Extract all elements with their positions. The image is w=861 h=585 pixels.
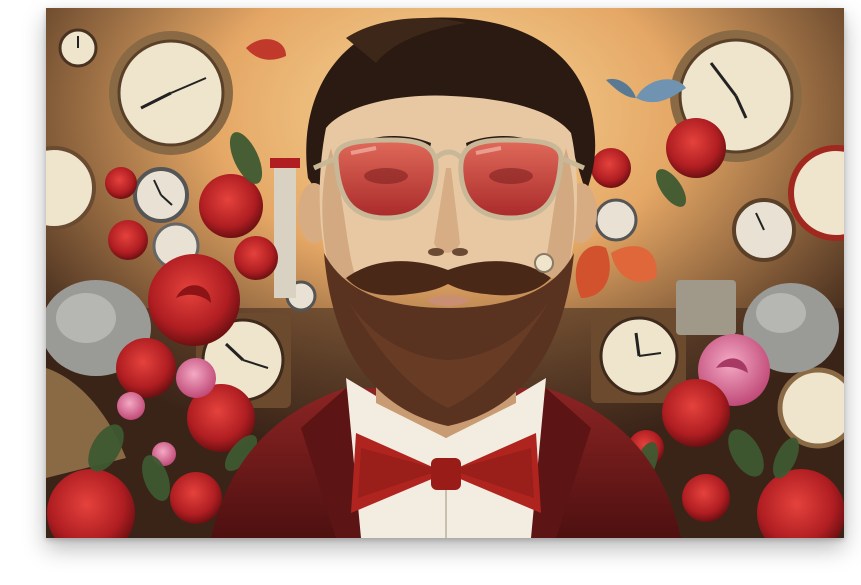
- rose-icon: [591, 148, 631, 188]
- artwork: [46, 8, 844, 538]
- rose-icon: [148, 254, 240, 346]
- clock-icon: [594, 198, 638, 242]
- clock-icon: [732, 198, 796, 262]
- rose-icon: [117, 392, 145, 420]
- rose-icon: [170, 472, 222, 524]
- rose-icon: [116, 338, 176, 398]
- clock-icon: [109, 31, 233, 155]
- rose-icon: [108, 220, 148, 260]
- clock-icon: [58, 28, 98, 68]
- rose-icon: [176, 358, 216, 398]
- rose-icon: [682, 474, 730, 522]
- clock-icon: [591, 308, 686, 403]
- rose-icon: [666, 118, 726, 178]
- clock-icon: [777, 367, 844, 449]
- rose-icon: [105, 167, 137, 199]
- rose-icon: [234, 236, 278, 280]
- canvas-print: [46, 8, 844, 538]
- rose-icon: [662, 379, 730, 447]
- product-mockup: [0, 0, 861, 585]
- clock-icon: [133, 167, 189, 223]
- rose-icon: [199, 174, 263, 238]
